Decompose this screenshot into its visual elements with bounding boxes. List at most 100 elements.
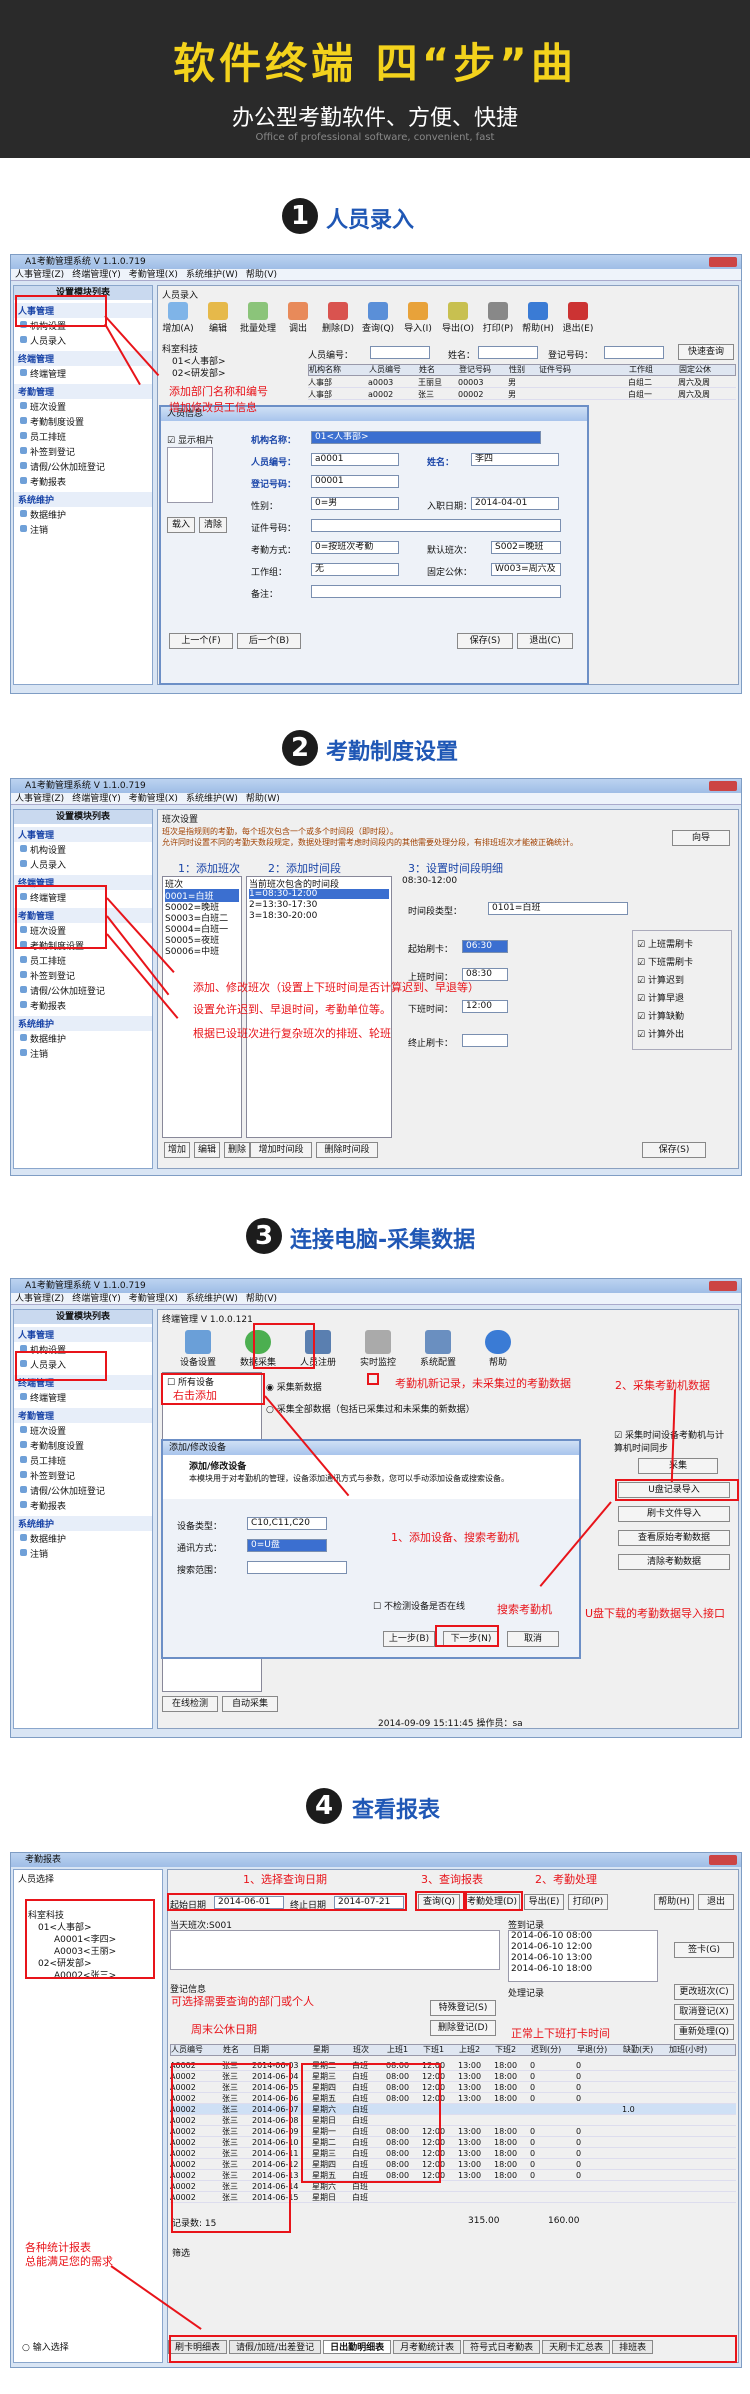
menu-terminal[interactable]: 终端管理(Y) bbox=[72, 270, 121, 280]
window-controls[interactable] bbox=[709, 1855, 737, 1865]
batch-button[interactable]: 批量处理 bbox=[238, 302, 278, 334]
delete-reg-button[interactable]: 删除登记(D) bbox=[430, 2020, 496, 2036]
col-org[interactable]: 机构名称 bbox=[309, 365, 369, 375]
col-date[interactable]: 日期 bbox=[253, 2045, 313, 2055]
sidebar-item-staff[interactable]: 人员录入 bbox=[14, 857, 152, 872]
col-holiday[interactable]: 固定公休 bbox=[679, 365, 729, 375]
group-terminal[interactable]: 终端管理 bbox=[14, 351, 152, 366]
menu-attendance[interactable]: 考勤管理(X) bbox=[129, 270, 178, 280]
online-check-button[interactable]: 在线检测 bbox=[162, 1696, 218, 1712]
list-item[interactable]: 2=13:30-17:30 bbox=[249, 900, 317, 910]
col-sex[interactable]: 性别 bbox=[509, 365, 539, 375]
cancel-button[interactable]: 取消 bbox=[507, 1631, 559, 1647]
device-type-select[interactable]: C10,C11,C20 bbox=[247, 1517, 327, 1530]
query-button[interactable]: 查询(Q) bbox=[358, 302, 398, 334]
exit-button[interactable]: 退出 bbox=[698, 1894, 734, 1910]
col-group[interactable]: 工作组 bbox=[629, 365, 679, 375]
menu-personnel[interactable]: 人事管理(Z) bbox=[15, 270, 64, 280]
view-raw-data-button[interactable]: 查看原始考勤数据 bbox=[618, 1530, 730, 1546]
help-button[interactable]: 帮助 bbox=[468, 1330, 528, 1368]
add-button[interactable]: 增加(A) bbox=[158, 302, 198, 334]
col-late[interactable]: 迟到(分) bbox=[531, 2045, 577, 2055]
group-system[interactable]: 系统维护 bbox=[14, 1516, 152, 1531]
group-personnel[interactable]: 人事管理 bbox=[14, 1327, 152, 1342]
sidebar-item-rules[interactable]: 考勤制度设置 bbox=[14, 1438, 152, 1453]
menu-system[interactable]: 系统维护(W) bbox=[186, 1294, 238, 1304]
add-shift-button[interactable]: 增加 bbox=[164, 1142, 190, 1158]
col-reg[interactable]: 登记号码 bbox=[459, 365, 509, 375]
help-button[interactable]: 帮助(H) bbox=[654, 1894, 694, 1910]
clear-data-button[interactable]: 清除考勤数据 bbox=[618, 1554, 730, 1570]
menu-terminal[interactable]: 终端管理(Y) bbox=[72, 794, 121, 804]
name-input[interactable]: 李四 bbox=[471, 453, 559, 466]
cancel-reg-button[interactable]: 取消登记(X) bbox=[674, 2004, 734, 2020]
menu-attendance[interactable]: 考勤管理(X) bbox=[129, 794, 178, 804]
col-off1[interactable]: 下班1 bbox=[423, 2045, 459, 2055]
auto-collect-button[interactable]: 自动采集 bbox=[222, 1696, 278, 1712]
menu-terminal[interactable]: 终端管理(Y) bbox=[72, 1294, 121, 1304]
radio-all-data[interactable]: ○ 采集全部数据（包括已采集过和未采集的新数据） bbox=[266, 1402, 475, 1415]
device-settings-button[interactable]: 设备设置 bbox=[168, 1330, 228, 1368]
special-reg-button[interactable]: 特殊登记(S) bbox=[430, 2000, 496, 2016]
org-select[interactable]: 01<人事部> bbox=[311, 431, 541, 444]
menu-help[interactable]: 帮助(W) bbox=[246, 794, 280, 804]
segment-type-select[interactable]: 0101=白班 bbox=[488, 902, 628, 915]
print-button[interactable]: 打印(P) bbox=[568, 1894, 608, 1910]
menu-help[interactable]: 帮助(V) bbox=[246, 1294, 277, 1304]
group-system[interactable]: 系统维护 bbox=[14, 492, 152, 507]
col-week[interactable]: 星期 bbox=[313, 2045, 353, 2055]
next-button[interactable]: 后一个(B) bbox=[237, 633, 301, 649]
menu-attendance[interactable]: 考勤管理(X) bbox=[129, 1294, 178, 1304]
card-file-import-button[interactable]: 刷卡文件导入 bbox=[618, 1506, 730, 1522]
list-item[interactable]: S0006=中班 bbox=[165, 944, 219, 957]
input-select-radio[interactable]: ○ 输入选择 bbox=[22, 2340, 69, 2353]
window-controls[interactable] bbox=[709, 781, 737, 791]
pid-input[interactable]: a0001 bbox=[311, 453, 399, 466]
reg-input[interactable]: 00001 bbox=[311, 475, 399, 488]
search-range-input[interactable] bbox=[247, 1561, 347, 1574]
tree-dept-2[interactable]: 02<研发部> bbox=[172, 366, 226, 379]
sidebar-item-report[interactable]: 考勤报表 bbox=[14, 474, 152, 489]
col-on2[interactable]: 上班2 bbox=[459, 2045, 495, 2055]
show-photo-checkbox[interactable]: ☑ 显示相片 bbox=[167, 433, 214, 446]
sign-card-button[interactable]: 签卡(G) bbox=[674, 1942, 734, 1958]
filter-id-input[interactable] bbox=[370, 346, 430, 359]
filter-name-input[interactable] bbox=[478, 346, 538, 359]
sidebar-item-leave[interactable]: 请假/公休加班登记 bbox=[14, 459, 152, 474]
sidebar-item-leave[interactable]: 请假/公休加班登记 bbox=[14, 1483, 152, 1498]
save-button[interactable]: 保存(S) bbox=[642, 1142, 706, 1158]
shift-select[interactable]: S002=晚班 bbox=[491, 541, 561, 554]
sidebar-item-schedule[interactable]: 员工排班 bbox=[14, 429, 152, 444]
group-attendance[interactable]: 考勤管理 bbox=[14, 384, 152, 399]
reprocess-button[interactable]: 重新处理(Q) bbox=[674, 2024, 734, 2040]
exit-dialog-button[interactable]: 退出(C) bbox=[517, 633, 573, 649]
quick-search-button[interactable]: 快速查询 bbox=[678, 344, 734, 360]
move-button[interactable]: 调出 bbox=[278, 302, 318, 334]
check-on-card[interactable]: ☑ 上班需刷卡 bbox=[637, 937, 693, 950]
sidebar-item-signin[interactable]: 补签到登记 bbox=[14, 968, 152, 983]
export-button[interactable]: 导出(O) bbox=[438, 302, 478, 334]
end-card-input[interactable] bbox=[462, 1034, 508, 1047]
check-absent[interactable]: ☑ 计算缺勤 bbox=[637, 1009, 684, 1022]
back-button[interactable]: 上一步(B) bbox=[383, 1631, 435, 1647]
list-item[interactable]: 2014-06-10 12:00 bbox=[511, 1942, 592, 1952]
window-controls[interactable] bbox=[709, 1281, 737, 1291]
group-personnel[interactable]: 人事管理 bbox=[14, 827, 152, 842]
table-row[interactable]: 人事部 a0002 张三 00002 男白组一 周六及周 bbox=[308, 389, 736, 400]
menu-system[interactable]: 系统维护(W) bbox=[186, 794, 238, 804]
delete-shift-button[interactable]: 删除 bbox=[224, 1142, 250, 1158]
check-out[interactable]: ☑ 计算外出 bbox=[637, 1027, 684, 1040]
check-late[interactable]: ☑ 计算迟到 bbox=[637, 973, 684, 986]
col-off2[interactable]: 下班2 bbox=[495, 2045, 531, 2055]
import-button[interactable]: 导入(I) bbox=[398, 302, 438, 334]
help-button[interactable]: 帮助(H) bbox=[518, 302, 558, 334]
delete-button[interactable]: 删除(D) bbox=[318, 302, 358, 334]
menu-personnel[interactable]: 人事管理(Z) bbox=[15, 794, 64, 804]
col-name[interactable]: 姓名 bbox=[223, 2045, 253, 2055]
change-shift-button[interactable]: 更改班次(C) bbox=[674, 1984, 734, 2000]
window-controls[interactable] bbox=[709, 257, 737, 267]
col-id[interactable]: 人员编号 bbox=[171, 2045, 223, 2055]
col-overtime[interactable]: 加班(小时) bbox=[669, 2045, 719, 2055]
col-shift[interactable]: 班次 bbox=[353, 2045, 387, 2055]
list-item[interactable]: 3=18:30-20:00 bbox=[249, 911, 317, 921]
